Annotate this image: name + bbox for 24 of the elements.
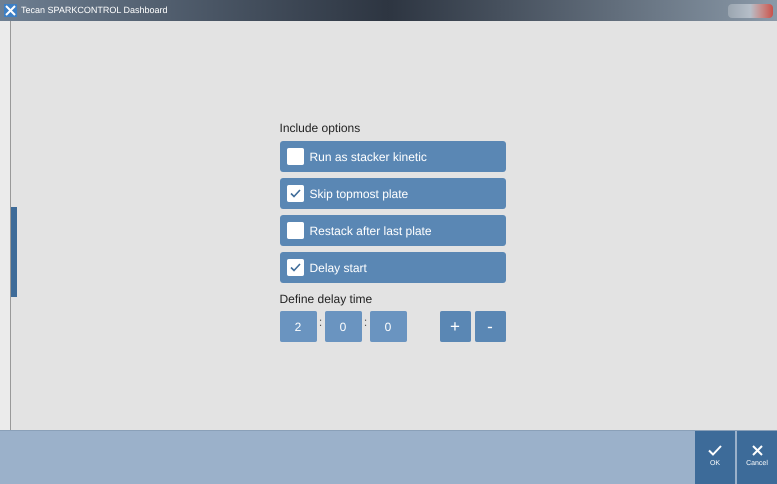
section-label: Define delay time	[280, 291, 374, 307]
checkbox[interactable]	[286, 259, 304, 276]
decrement-button[interactable]: -	[474, 311, 506, 342]
app-logo-icon	[4, 4, 17, 17]
checkmark-icon	[290, 189, 300, 198]
option-toggle[interactable]: Restack after last plate	[280, 215, 506, 246]
checkbox[interactable]	[286, 185, 304, 202]
time-separator: :	[362, 314, 368, 331]
option-toggle[interactable]: Run as stacker kinetic	[280, 141, 506, 172]
option-toggle[interactable]: Delay start	[280, 252, 506, 283]
time-field[interactable]: 0	[324, 311, 362, 342]
option-toggle[interactable]: Skip topmost plate	[280, 178, 506, 209]
checkbox[interactable]	[286, 222, 304, 239]
section-label: Include options	[280, 120, 362, 136]
time-field[interactable]: 2	[280, 311, 316, 342]
checkmark-icon	[290, 263, 300, 272]
window-title: Tecan SPARKCONTROL Dashboard	[21, 4, 168, 17]
increment-button[interactable]: +	[440, 311, 470, 342]
close-icon	[752, 445, 762, 456]
time-separator: :	[318, 314, 324, 331]
checkbox[interactable]	[286, 148, 304, 165]
window-controls[interactable]	[728, 4, 773, 18]
checkmark-icon	[708, 445, 722, 456]
time-field[interactable]: 0	[370, 311, 406, 342]
